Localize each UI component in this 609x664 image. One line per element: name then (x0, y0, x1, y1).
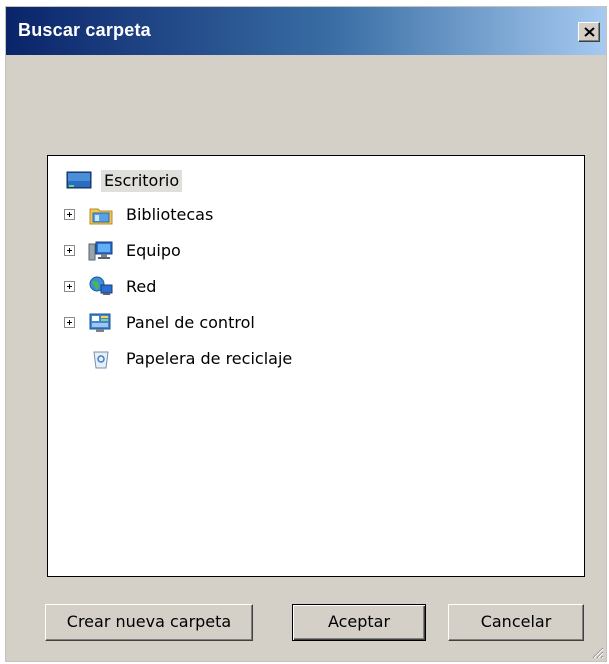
tree-item-network[interactable]: Red (48, 273, 584, 301)
desktop-icon (66, 171, 92, 189)
resize-grip-icon[interactable] (590, 645, 604, 659)
ok-button[interactable]: Aceptar (292, 604, 426, 641)
tree-item-label[interactable]: Escritorio (101, 170, 183, 192)
tree-item-label[interactable]: Panel de control (126, 313, 255, 333)
expand-icon[interactable] (64, 281, 75, 292)
tree-item-desktop[interactable]: Escritorio (48, 166, 584, 194)
folder-tree[interactable]: Escritorio Bibliotecas Equipo Red Panel … (47, 155, 585, 577)
close-icon (584, 27, 595, 37)
tree-item-recycle-bin[interactable]: Papelera de reciclaje (48, 345, 584, 373)
tree-item-control-panel[interactable]: Panel de control (48, 309, 584, 337)
expand-icon[interactable] (64, 317, 75, 328)
tree-item-label[interactable]: Papelera de reciclaje (126, 349, 292, 369)
window-title: Buscar carpeta (18, 20, 151, 40)
browse-folder-dialog: Buscar carpeta Escritorio Bibliotecas Eq… (5, 6, 607, 662)
cancel-button[interactable]: Cancelar (448, 604, 584, 641)
close-button[interactable] (578, 22, 600, 42)
tree-item-label[interactable]: Red (126, 277, 156, 297)
tree-item-libraries[interactable]: Bibliotecas (48, 201, 584, 229)
tree-item-label[interactable]: Equipo (126, 241, 181, 261)
network-icon (89, 276, 113, 295)
tree-item-label[interactable]: Bibliotecas (126, 205, 213, 225)
recycle-bin-icon (93, 351, 109, 369)
computer-icon (88, 241, 113, 261)
tree-item-computer[interactable]: Equipo (48, 237, 584, 265)
title-bar[interactable]: Buscar carpeta (6, 7, 606, 55)
expand-icon[interactable] (64, 245, 75, 256)
expand-icon[interactable] (64, 209, 75, 220)
new-folder-button[interactable]: Crear nueva carpeta (45, 604, 253, 641)
control-panel-icon (89, 313, 111, 332)
libraries-icon (89, 208, 113, 225)
